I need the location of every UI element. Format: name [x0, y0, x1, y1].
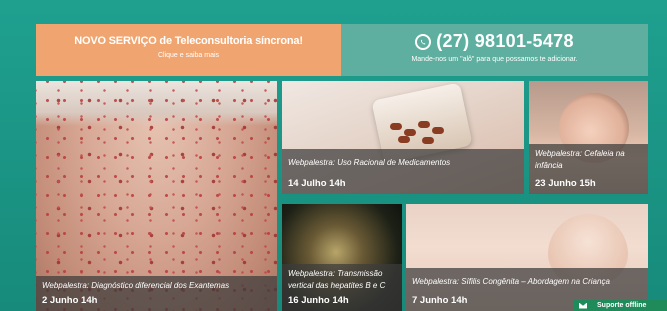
card-caption: Webpalestra: Cefaleia na infância 23 Jun… [529, 144, 648, 194]
card-title: Webpalestra: Sífilis Congênita – Abordag… [412, 277, 610, 286]
whatsapp-banner[interactable]: (27) 98101-5478 Mande-nos um "alô" para … [341, 24, 648, 76]
support-offline-button[interactable]: Suporte offline [573, 300, 667, 311]
teleconsultoria-link[interactable]: Clique e saiba mais [36, 52, 341, 59]
teleconsultoria-banner[interactable]: NOVO SERVIÇO de Teleconsultoria síncrona… [36, 24, 341, 76]
support-label: Suporte offline [597, 302, 647, 309]
webpalestra-card-medicamentos[interactable]: Webpalestra: Uso Racional de Medicamento… [282, 81, 524, 194]
card-title: Webpalestra: Uso Racional de Medicamento… [288, 158, 451, 167]
whatsapp-icon [415, 33, 432, 50]
card-date: 14 Julho 14h [288, 178, 346, 189]
card-caption: Webpalestra: Uso Racional de Medicamento… [282, 149, 524, 194]
webpalestra-card-hepatites[interactable]: Webpalestra: Transmissão vertical das he… [282, 204, 402, 311]
card-date: 16 Junho 14h [288, 295, 349, 306]
whatsapp-phone-number[interactable]: (27) 98101-5478 [436, 31, 574, 52]
whatsapp-subtitle: Mande-nos um "alô" para que possamos te … [411, 56, 578, 63]
card-title: Webpalestra: Transmissão vertical das he… [288, 269, 386, 290]
card-date: 2 Junho 14h [42, 295, 98, 306]
card-title: Webpalestra: Diagnóstico diferencial dos… [42, 281, 230, 290]
card-title: Webpalestra: Cefaleia na infância [535, 149, 625, 170]
card-date: 23 Junho 15h [535, 178, 596, 189]
teleconsultoria-title: NOVO SERVIÇO de Teleconsultoria síncrona… [74, 35, 303, 47]
webpalestra-card-exantemas[interactable]: Webpalestra: Diagnóstico diferencial dos… [36, 81, 277, 311]
webpalestra-card-cefaleia[interactable]: Webpalestra: Cefaleia na infância 23 Jun… [529, 81, 648, 194]
envelope-icon [579, 302, 587, 309]
webpalestra-card-sifilis[interactable]: Webpalestra: Sífilis Congênita – Abordag… [406, 204, 648, 311]
card-caption: Webpalestra: Diagnóstico diferencial dos… [36, 276, 277, 311]
card-caption: Webpalestra: Transmissão vertical das he… [282, 264, 402, 311]
